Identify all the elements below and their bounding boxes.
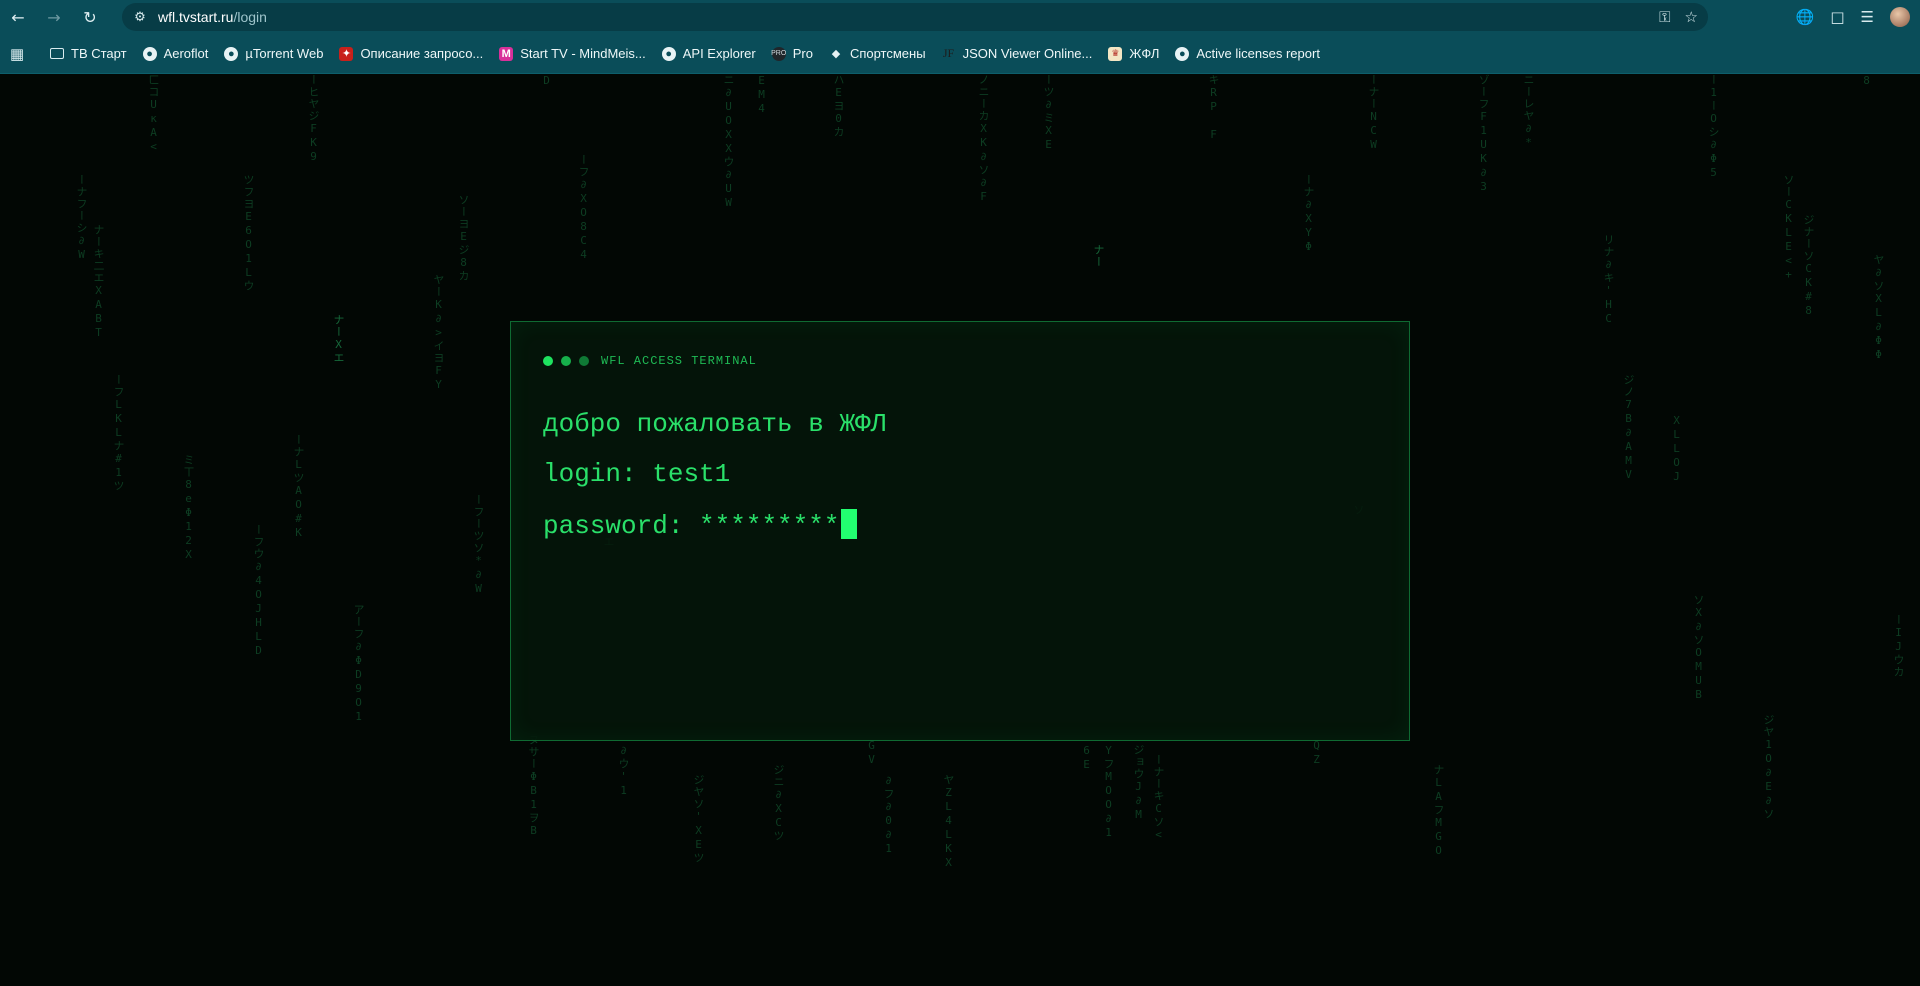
text-cursor bbox=[841, 509, 858, 539]
password-value[interactable]: ********* bbox=[699, 511, 839, 541]
bookmark-tv-start[interactable]: ТВ Старт bbox=[50, 46, 127, 61]
password-key-icon[interactable]: ⚿ bbox=[1659, 8, 1670, 26]
url-text[interactable]: wfl.tvstart.ru/login bbox=[158, 9, 267, 25]
terminal-dot-icon bbox=[579, 356, 589, 366]
bookmark-api-explorer[interactable]: ● API Explorer bbox=[661, 46, 756, 61]
wfl-icon: ♛ bbox=[1108, 46, 1123, 61]
pdf-icon: ✦ bbox=[339, 46, 354, 61]
bookmark-mindmeister[interactable]: M Start TV - MindMeis... bbox=[499, 46, 646, 61]
globe-icon: ● bbox=[224, 46, 239, 61]
globe-icon: ● bbox=[1175, 46, 1190, 61]
bookmark-aeroflot[interactable]: ● Aeroflot bbox=[142, 46, 208, 61]
terminal-dot-icon bbox=[561, 356, 571, 366]
bookmark-request-description[interactable]: ✦ Описание запросо... bbox=[339, 46, 483, 61]
browser-toolbar: ← → ↻ ⚙ wfl.tvstart.ru/login ⚿ ☆ 🌐 □ ☰ bbox=[0, 0, 1920, 34]
globe-icon: ● bbox=[661, 46, 676, 61]
login-terminal: WFL ACCESS TERMINAL добро пожаловать в Ж… bbox=[510, 321, 1410, 741]
address-bar[interactable]: ⚙ wfl.tvstart.ru/login ⚿ ☆ bbox=[122, 3, 1708, 31]
terminal-title: WFL ACCESS TERMINAL bbox=[601, 354, 757, 368]
avatar[interactable] bbox=[1890, 7, 1910, 27]
bookmark-athletes[interactable]: ◆ Спортсмены bbox=[829, 46, 926, 61]
media-icon[interactable]: ☰ bbox=[1861, 8, 1874, 26]
forward-icon[interactable]: → bbox=[36, 0, 72, 34]
bookmark-json-viewer[interactable]: JF JSON Viewer Online... bbox=[941, 46, 1092, 61]
bookmark-star-icon[interactable]: ☆ bbox=[1685, 8, 1698, 26]
back-icon[interactable]: ← bbox=[0, 0, 36, 34]
site-info-icon[interactable]: ⚙ bbox=[126, 10, 154, 25]
bookmark-wfl[interactable]: ♛ ЖФЛ bbox=[1108, 46, 1159, 61]
reload-icon[interactable]: ↻ bbox=[72, 0, 108, 34]
translate-icon[interactable]: 🌐 bbox=[1796, 8, 1815, 26]
bookmark-utorrent[interactable]: ● µTorrent Web bbox=[224, 46, 323, 61]
globe-icon: ● bbox=[142, 46, 157, 61]
mindmeister-icon: M bbox=[499, 46, 514, 61]
folder-icon bbox=[50, 48, 64, 59]
pro-icon: PRO bbox=[771, 46, 786, 61]
url-path: /login bbox=[233, 9, 267, 25]
url-host: wfl.tvstart.ru bbox=[158, 9, 234, 25]
bookmark-active-licenses[interactable]: ● Active licenses report bbox=[1175, 46, 1320, 61]
welcome-text: добро пожаловать в ЖФЛ bbox=[543, 409, 887, 439]
terminal-dot-icon bbox=[543, 356, 553, 366]
apps-grid-icon[interactable]: ▦ bbox=[10, 45, 32, 63]
password-label: password: bbox=[543, 511, 684, 541]
login-line[interactable]: login: test1 bbox=[543, 459, 730, 489]
bookmarks-bar: ▦ ТВ Старт ● Aeroflot ● µTorrent Web ✦ Опис… bbox=[0, 34, 1920, 74]
extensions-icon[interactable]: □ bbox=[1830, 8, 1844, 26]
page-content: ㄈコUкA< ーナフーシ∂W ナーキ二エXABT ーフLKLナ#1ツ ミㄒ8eΦ… bbox=[0, 74, 1920, 986]
bookmark-pro[interactable]: PRO Pro bbox=[771, 46, 813, 61]
password-line[interactable]: password: ********* bbox=[543, 509, 858, 541]
login-value[interactable]: test1 bbox=[652, 459, 730, 489]
terminal-header: WFL ACCESS TERMINAL bbox=[543, 354, 757, 368]
login-label: login: bbox=[543, 459, 637, 489]
diamond-icon: ◆ bbox=[831, 48, 841, 60]
jf-icon: JF bbox=[941, 46, 956, 61]
